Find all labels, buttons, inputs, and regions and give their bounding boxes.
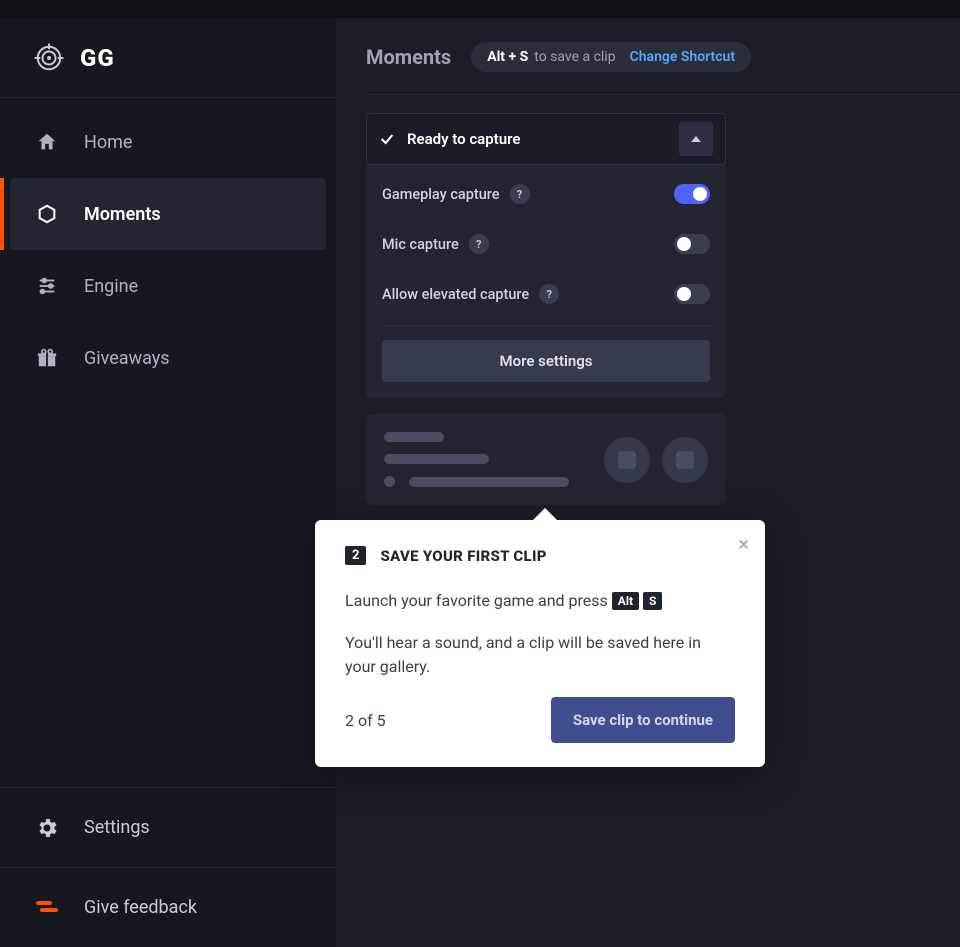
- capture-panel: Ready to capture Gameplay capture ?: [366, 113, 726, 398]
- gear-icon: [34, 816, 60, 840]
- popover-body: Launch your favorite game and press Alt …: [345, 589, 735, 679]
- elevated-capture-label: Allow elevated capture: [382, 286, 529, 303]
- caret-up-icon: [691, 136, 701, 142]
- shortcut-keys: Alt + S: [487, 49, 528, 65]
- mic-capture-label: Mic capture: [382, 236, 459, 253]
- capture-panel-header[interactable]: Ready to capture: [366, 113, 726, 165]
- sidebar-bottom: Settings Give feedback: [0, 787, 336, 947]
- help-icon[interactable]: ?: [539, 284, 559, 304]
- kbd-s: S: [643, 592, 662, 610]
- sidebar: GG Home Moments: [0, 18, 336, 947]
- popover-progress: 2 of 5: [345, 711, 386, 730]
- home-icon: [34, 131, 60, 153]
- sidebar-item-moments[interactable]: Moments: [10, 178, 326, 250]
- gameplay-capture-row: Gameplay capture ?: [382, 169, 710, 219]
- steelseries-logo-icon: [34, 43, 64, 73]
- sidebar-item-giveaways[interactable]: Giveaways: [10, 322, 326, 394]
- skeleton-dot: [384, 476, 395, 487]
- save-clip-cta-button[interactable]: Save clip to continue: [551, 697, 735, 743]
- brand: GG: [0, 43, 336, 98]
- shortcut-pill: Alt + S to save a clip Change Shortcut: [471, 42, 751, 72]
- close-button[interactable]: ×: [738, 534, 749, 554]
- sidebar-item-home[interactable]: Home: [10, 106, 326, 178]
- close-icon: ×: [738, 532, 749, 556]
- shortcut-desc: to save a clip: [534, 49, 615, 65]
- sidebar-item-label: Engine: [84, 276, 138, 297]
- gameplay-capture-label: Gameplay capture: [382, 186, 500, 203]
- skeleton-line: [384, 454, 489, 464]
- sidebar-item-engine[interactable]: Engine: [10, 250, 326, 322]
- feedback-icon: [34, 898, 60, 918]
- popover-line2: You'll hear a sound, and a clip will be …: [345, 631, 735, 679]
- divider: [382, 325, 710, 326]
- page-title: Moments: [366, 45, 451, 69]
- sidebar-item-label: Giveaways: [84, 348, 170, 369]
- sidebar-item-label: Settings: [84, 817, 150, 838]
- popover-title: SAVE YOUR FIRST CLIP: [380, 547, 546, 565]
- skeleton-line: [384, 432, 444, 442]
- popover-line1: Launch your favorite game and press: [345, 591, 612, 610]
- window-titlebar: [0, 0, 960, 18]
- onboarding-popover: × 2 SAVE YOUR FIRST CLIP Launch your fav…: [315, 520, 765, 767]
- mic-capture-toggle[interactable]: [674, 234, 710, 254]
- change-shortcut-link[interactable]: Change Shortcut: [630, 49, 735, 65]
- gameplay-capture-toggle[interactable]: [674, 184, 710, 204]
- more-settings-label: More settings: [499, 352, 592, 370]
- step-badge: 2: [345, 546, 366, 565]
- sidebar-item-label: Home: [84, 132, 132, 153]
- sidebar-item-feedback[interactable]: Give feedback: [0, 867, 336, 947]
- moments-icon: [34, 203, 60, 225]
- gift-icon: [34, 347, 60, 369]
- clip-placeholder-card: [366, 414, 726, 505]
- sidebar-item-label: Moments: [84, 204, 161, 225]
- sidebar-item-label: Give feedback: [84, 897, 197, 918]
- sidebar-item-settings[interactable]: Settings: [0, 787, 336, 867]
- elevated-capture-toggle[interactable]: [674, 284, 710, 304]
- elevated-capture-row: Allow elevated capture ?: [382, 269, 710, 319]
- kbd-alt: Alt: [612, 592, 639, 610]
- engine-icon: [34, 275, 60, 297]
- skeleton-line: [409, 477, 569, 487]
- check-icon: [379, 131, 395, 147]
- nav: Home Moments Engine: [0, 106, 336, 394]
- brand-name: GG: [80, 44, 115, 72]
- help-icon[interactable]: ?: [510, 184, 530, 204]
- collapse-button[interactable]: [679, 122, 713, 156]
- main: Moments Alt + S to save a clip Change Sh…: [336, 18, 960, 947]
- skeleton-action-placeholder: [604, 437, 650, 483]
- skeleton-action-placeholder: [662, 437, 708, 483]
- more-settings-button[interactable]: More settings: [382, 340, 710, 382]
- help-icon[interactable]: ?: [469, 234, 489, 254]
- cta-label: Save clip to continue: [573, 711, 713, 729]
- capture-status: Ready to capture: [407, 130, 667, 148]
- mic-capture-row: Mic capture ?: [382, 219, 710, 269]
- page-header: Moments Alt + S to save a clip Change Sh…: [366, 42, 960, 95]
